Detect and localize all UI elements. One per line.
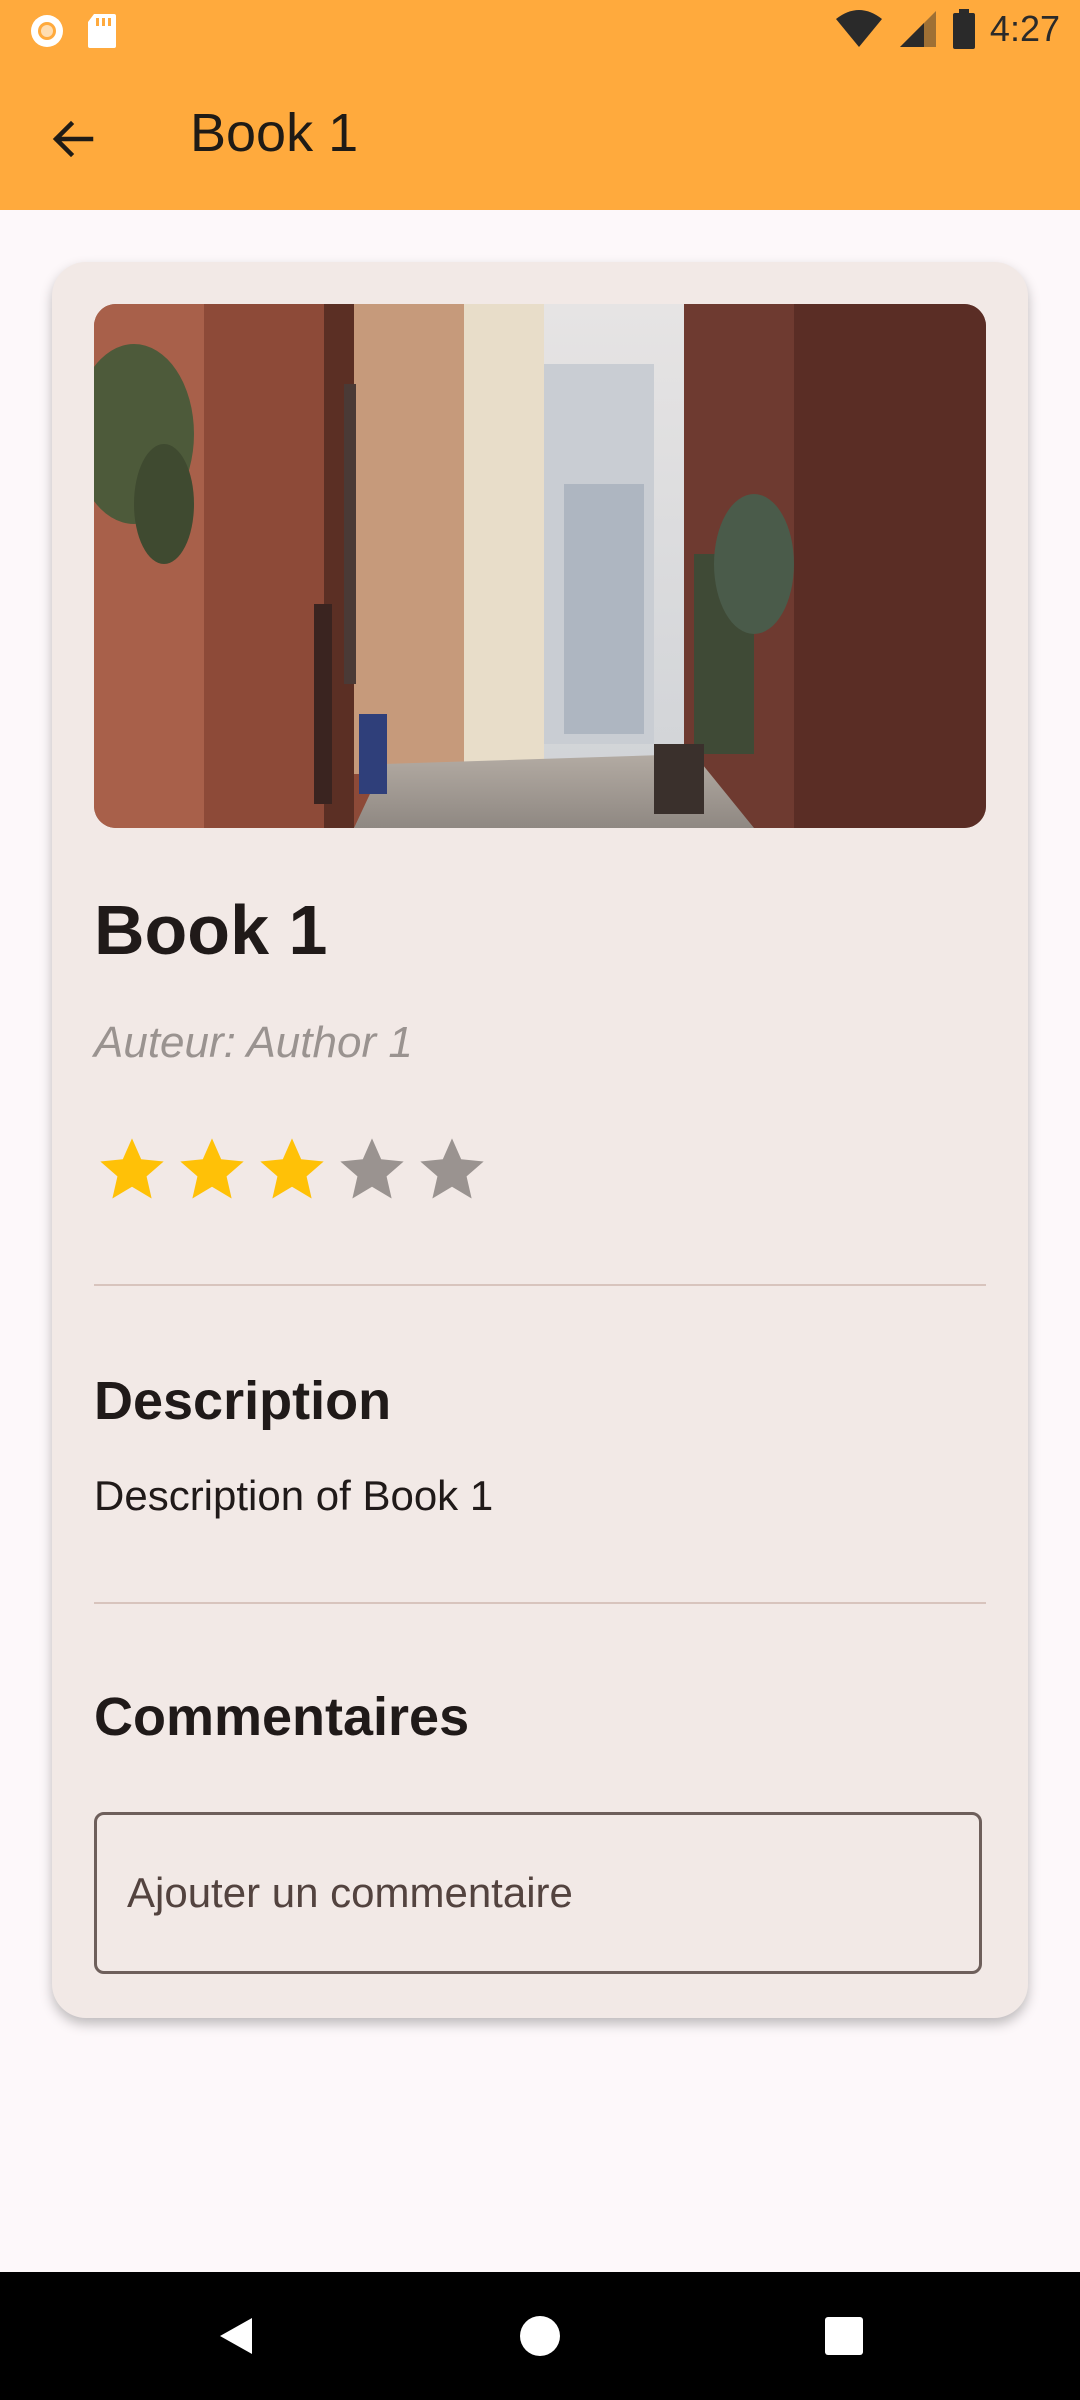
rating-stars[interactable] — [94, 1132, 490, 1208]
description-heading: Description — [94, 1371, 392, 1431]
status-bar: 4:27 — [0, 0, 1080, 64]
app-bar: Book 1 — [0, 64, 1080, 210]
wifi-icon — [835, 10, 882, 47]
sd-card-icon — [88, 14, 116, 48]
book-detail-card: Book 1 Auteur: Author 1 Description Desc… — [52, 262, 1028, 2018]
back-triangle-icon — [220, 2318, 252, 2354]
description-text: Description of Book 1 — [94, 1472, 494, 1519]
comment-input[interactable] — [94, 1812, 982, 1974]
star-shape — [340, 1138, 404, 1199]
star-icon[interactable] — [334, 1132, 410, 1208]
status-time: 4:27 — [989, 8, 1060, 49]
nav-back-button[interactable] — [198, 2298, 274, 2374]
book-title: Book 1 — [94, 891, 328, 969]
app-bar-title: Book 1 — [190, 103, 359, 163]
battery-icon — [952, 9, 975, 49]
nav-recents-button[interactable] — [806, 2298, 882, 2374]
back-button[interactable] — [38, 104, 108, 174]
book-cover-image — [94, 304, 986, 828]
circle-notification-icon — [31, 15, 63, 47]
star-icon[interactable] — [414, 1132, 490, 1208]
status-right-icons: 4:27 — [834, 8, 1060, 50]
arrow-back-icon — [52, 120, 94, 158]
star-shape — [180, 1138, 244, 1199]
home-circle-icon — [520, 2316, 560, 2356]
star-icon[interactable] — [94, 1132, 170, 1208]
nav-home-button[interactable] — [502, 2298, 578, 2374]
alley-photo — [94, 304, 986, 828]
star-shape — [420, 1138, 484, 1199]
star-icon[interactable] — [174, 1132, 250, 1208]
signal-icon — [899, 11, 936, 47]
system-nav-bar — [0, 2272, 1080, 2400]
status-left-icons — [28, 12, 118, 50]
star-shape — [260, 1138, 324, 1199]
divider — [94, 1284, 986, 1286]
comments-heading: Commentaires — [94, 1687, 470, 1747]
book-author: Auteur: Author 1 — [94, 1018, 413, 1067]
star-icon[interactable] — [254, 1132, 330, 1208]
star-shape — [100, 1138, 164, 1199]
divider — [94, 1602, 986, 1604]
recents-square-icon — [825, 2317, 863, 2355]
